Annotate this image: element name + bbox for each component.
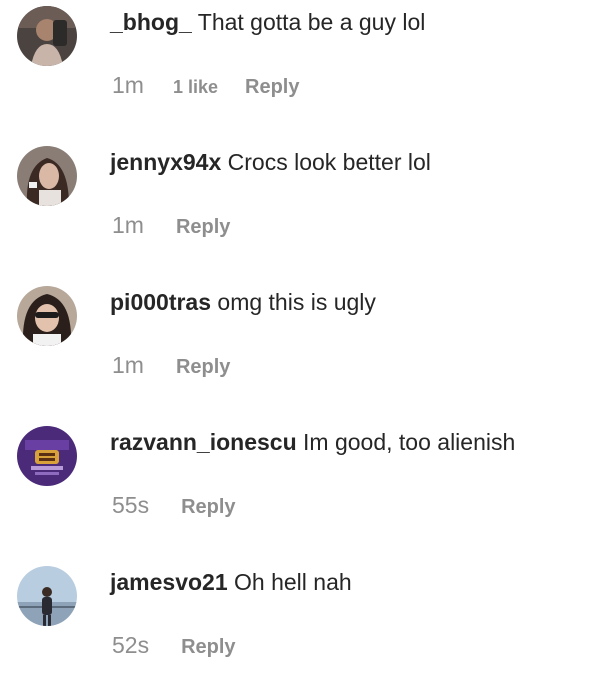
comment-text: _bhog_ That gotta be a guy lol	[110, 7, 425, 37]
comment-meta: 55s Reply	[112, 492, 236, 522]
comment-text: razvann_ionescu Im good, too alienish	[110, 427, 515, 457]
comment-meta: 52s Reply	[112, 632, 236, 662]
comment-meta: 1m Reply	[112, 352, 230, 382]
username-link[interactable]: _bhog_	[110, 9, 192, 35]
reply-button[interactable]: Reply	[181, 636, 235, 659]
likes-count[interactable]: 1 like	[173, 77, 218, 98]
comment-item: _bhog_ That gotta be a guy lol 1m 1 like…	[0, 0, 600, 120]
avatar-photo-icon	[17, 566, 77, 626]
avatar-photo-icon	[17, 146, 77, 206]
comment-meta: 1m 1 like Reply	[112, 72, 299, 102]
comment-item: razvann_ionescu Im good, too alienish 55…	[0, 420, 600, 540]
avatar-photo-icon	[17, 426, 77, 486]
username-link[interactable]: pi000tras	[110, 289, 211, 315]
comment-item: pi000tras omg this is ugly 1m Reply	[0, 280, 600, 400]
avatar-photo-icon	[17, 6, 77, 66]
user-avatar[interactable]	[17, 286, 77, 346]
comment-time[interactable]: 52s	[112, 632, 149, 659]
comment-body: Crocs look better lol	[227, 149, 431, 175]
reply-button[interactable]: Reply	[181, 496, 235, 519]
reply-button[interactable]: Reply	[176, 356, 230, 379]
comment-item: jamesvo21 Oh hell nah 52s Reply	[0, 560, 600, 680]
user-avatar[interactable]	[17, 566, 77, 626]
comment-body: Im good, too alienish	[303, 429, 516, 455]
username-link[interactable]: jamesvo21	[110, 569, 228, 595]
comment-text: pi000tras omg this is ugly	[110, 287, 376, 317]
comment-body: omg this is ugly	[217, 289, 376, 315]
comment-time[interactable]: 1m	[112, 352, 144, 379]
avatar-photo-icon	[17, 286, 77, 346]
comment-body: Oh hell nah	[234, 569, 352, 595]
comments-list: _bhog_ That gotta be a guy lol 1m 1 like…	[0, 0, 600, 666]
comment-text: jennyx94x Crocs look better lol	[110, 147, 431, 177]
reply-button[interactable]: Reply	[245, 76, 299, 99]
comment-meta: 1m Reply	[112, 212, 230, 242]
username-link[interactable]: razvann_ionescu	[110, 429, 297, 455]
user-avatar[interactable]	[17, 426, 77, 486]
user-avatar[interactable]	[17, 146, 77, 206]
comment-time[interactable]: 55s	[112, 492, 149, 519]
comment-text: jamesvo21 Oh hell nah	[110, 567, 352, 597]
comment-time[interactable]: 1m	[112, 212, 144, 239]
comment-item: jennyx94x Crocs look better lol 1m Reply	[0, 140, 600, 260]
user-avatar[interactable]	[17, 6, 77, 66]
comment-time[interactable]: 1m	[112, 72, 144, 99]
comment-body: That gotta be a guy lol	[197, 9, 426, 35]
reply-button[interactable]: Reply	[176, 216, 230, 239]
username-link[interactable]: jennyx94x	[110, 149, 221, 175]
